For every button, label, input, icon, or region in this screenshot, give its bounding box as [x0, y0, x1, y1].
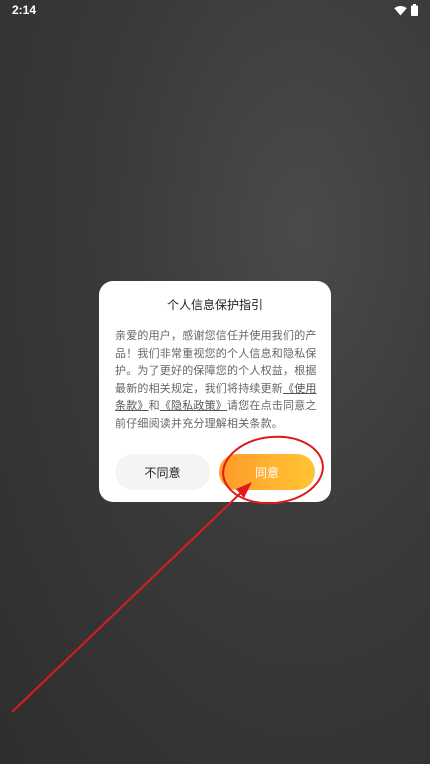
- annotation-arrow-line: [11, 485, 249, 713]
- body-text-and: 和: [148, 399, 160, 412]
- dialog-title: 个人信息保护指引: [166, 298, 263, 312]
- disagree-button[interactable]: 不同意: [115, 454, 210, 490]
- status-bar: 2:14: [0, 0, 430, 22]
- agree-button[interactable]: 同意: [219, 454, 315, 490]
- wifi-icon: [394, 5, 407, 15]
- privacy-dialog: 个人信息保护指引 亲爱的用户，感谢您信任并使用我们的产品！我们非常重视您的个人信…: [99, 281, 331, 502]
- privacy-policy-link[interactable]: 《隐私政策》: [160, 399, 227, 412]
- battery-icon: [411, 4, 418, 16]
- dialog-body: 亲爱的用户，感谢您信任并使用我们的产品！我们非常重视您的个人信息和隐私保护。为了…: [115, 327, 317, 432]
- status-time: 2:14: [12, 3, 37, 17]
- status-icons: [394, 4, 418, 16]
